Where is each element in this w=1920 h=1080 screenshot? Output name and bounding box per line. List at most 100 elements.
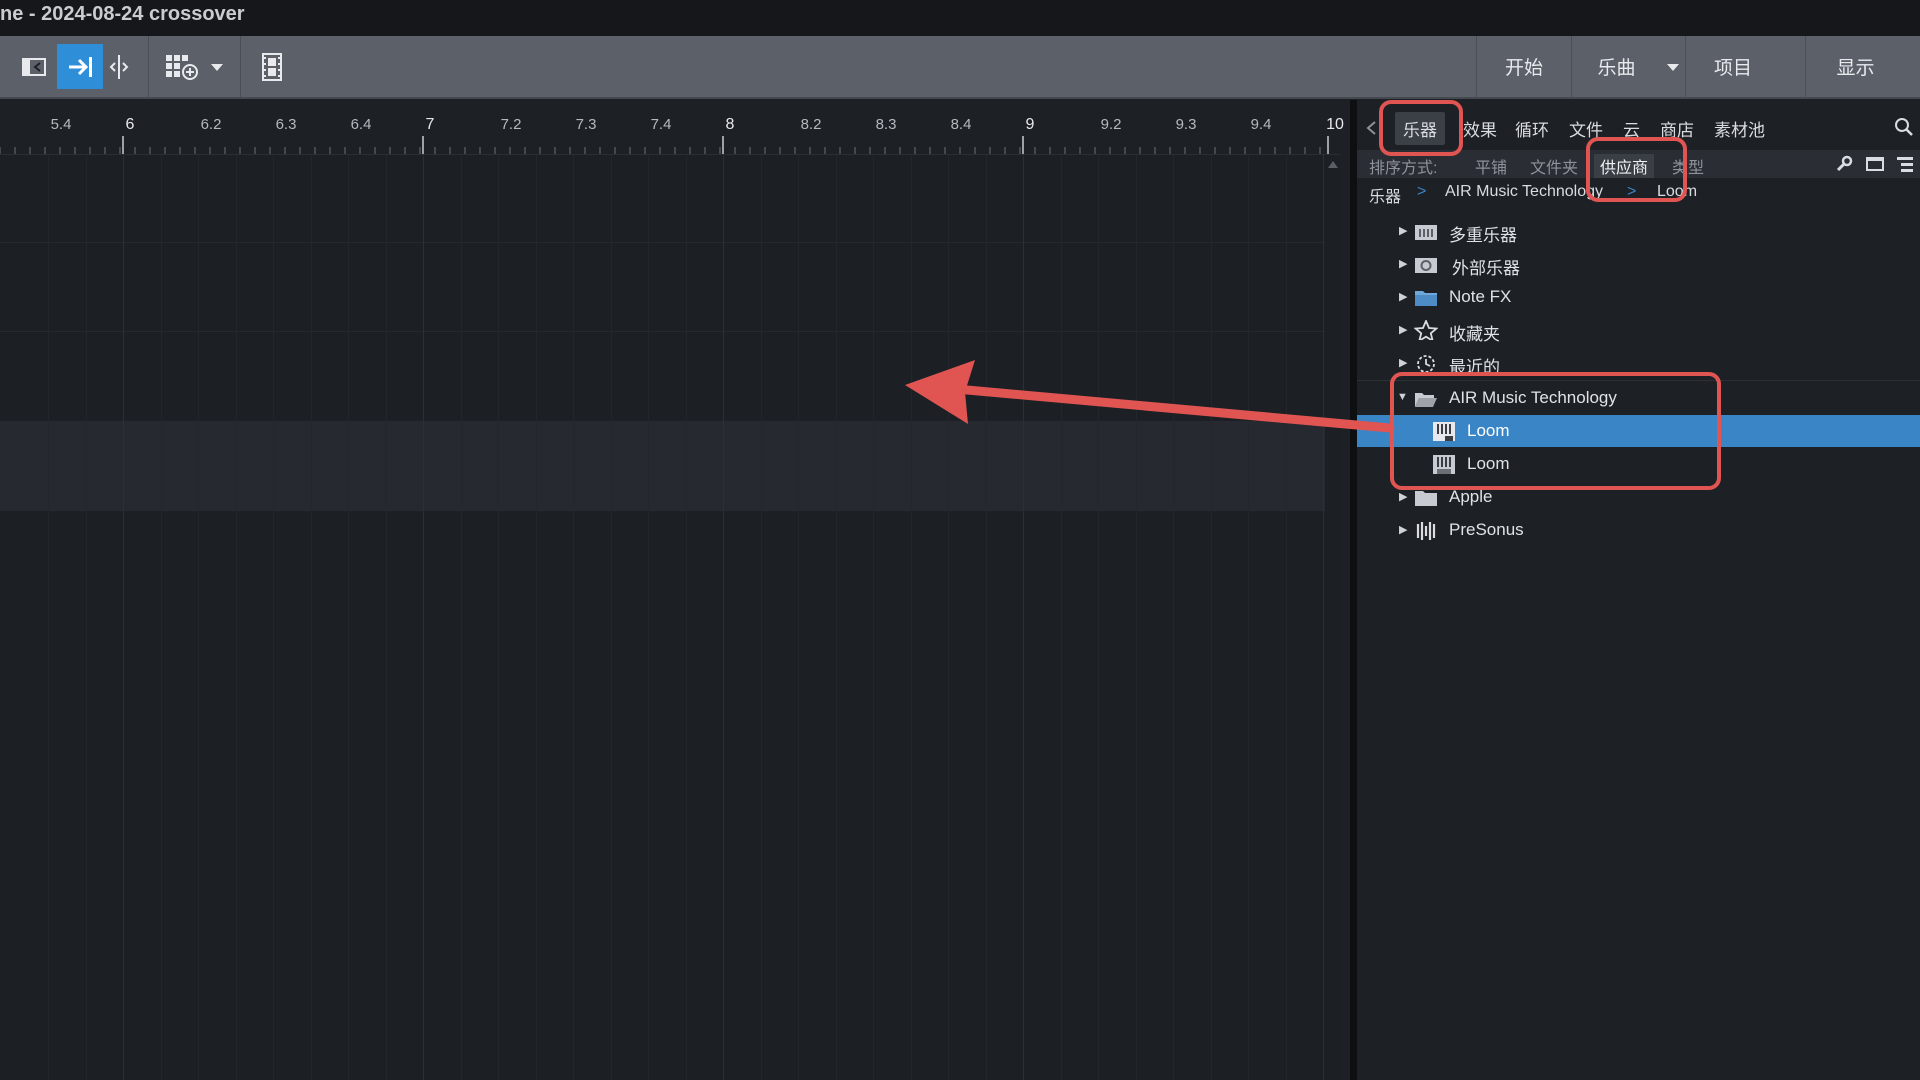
breadcrumb-root[interactable]: 乐器 <box>1369 183 1401 207</box>
track-list-toggle-button[interactable] <box>14 44 54 89</box>
tree-item-label: 多重乐器 <box>1449 226 1517 245</box>
grid-line <box>498 155 499 1080</box>
tab-pool[interactable]: 素材池 <box>1714 116 1765 141</box>
grid-line <box>1211 155 1212 1080</box>
split-tool-button[interactable] <box>104 44 134 89</box>
video-button[interactable] <box>252 44 292 89</box>
expand-triangle-icon[interactable]: ▶ <box>1399 356 1407 369</box>
toolbar: 开始 乐曲 项目 显示 <box>0 36 1920 99</box>
grid-line <box>236 155 237 1080</box>
start-page-button[interactable]: 开始 <box>1476 36 1571 97</box>
snap-button[interactable] <box>57 44 103 89</box>
browser-splitter[interactable] <box>1350 100 1357 1080</box>
grid-line <box>911 155 912 1080</box>
window-icon[interactable] <box>1865 155 1885 173</box>
toolbar-divider <box>240 36 241 97</box>
grid-line <box>723 155 724 1080</box>
grid-line <box>836 155 837 1080</box>
film-icon <box>262 52 282 81</box>
vertical-scrollbar[interactable] <box>1325 155 1340 1080</box>
grid-line <box>198 155 199 1080</box>
toolbar-divider <box>148 36 149 97</box>
tree-item-note-fx[interactable]: ▶ Note FX <box>1357 281 1920 313</box>
star-icon <box>1414 320 1438 340</box>
tree-item-external-instruments[interactable]: ▶ 外部乐器 <box>1357 248 1920 280</box>
tab-loops[interactable]: 循环 <box>1515 116 1549 141</box>
grid-options-dropdown[interactable] <box>206 44 228 89</box>
panel-left-icon <box>22 57 46 76</box>
note-fx-folder-icon <box>1415 291 1437 306</box>
back-arrow-icon[interactable] <box>1365 120 1379 136</box>
grid-line <box>986 155 987 1080</box>
tree-item-favorites[interactable]: ▶ 收藏夹 <box>1357 314 1920 346</box>
grid-line <box>1248 155 1249 1080</box>
breadcrumb-vendor[interactable]: AIR Music Technology <box>1445 183 1603 201</box>
grid-line <box>461 155 462 1080</box>
show-page-button[interactable]: 显示 <box>1805 36 1905 97</box>
grid-line <box>273 155 274 1080</box>
grid-line <box>1323 155 1324 1080</box>
clock-icon <box>1417 355 1435 373</box>
sort-label: 排序方式: <box>1369 160 1438 177</box>
grid-line <box>161 155 162 1080</box>
grid-line <box>536 155 537 1080</box>
grid-line <box>573 155 574 1080</box>
callout-loom-items <box>1390 372 1721 490</box>
grid-line <box>86 155 87 1080</box>
tab-effects[interactable]: 效果 <box>1463 116 1497 141</box>
window-title: ne - 2024-08-24 crossover <box>0 3 245 25</box>
callout-vendor-sort <box>1586 137 1687 202</box>
grid-line <box>423 155 424 1080</box>
arrow-right-bar-icon <box>69 56 92 77</box>
grid-line <box>648 155 649 1080</box>
grid-line <box>1136 155 1137 1080</box>
grid-line <box>611 155 612 1080</box>
ruler-ticks <box>0 136 1329 154</box>
list-view-icon[interactable] <box>1895 155 1915 173</box>
expand-triangle-icon[interactable]: ▶ <box>1399 490 1407 503</box>
grid-line <box>798 155 799 1080</box>
chevron-down-icon <box>211 63 223 71</box>
expand-triangle-icon[interactable]: ▶ <box>1399 290 1407 303</box>
tree-item-label: PreSonus <box>1449 520 1524 539</box>
breadcrumb-separator: > <box>1417 183 1427 200</box>
multi-instrument-folder-icon <box>1415 225 1437 240</box>
scroll-up-icon <box>1328 161 1338 168</box>
sort-folder-button[interactable]: 文件夹 <box>1530 154 1578 178</box>
song-page-button[interactable]: 乐曲 <box>1571 36 1661 97</box>
grid-line <box>123 155 124 1080</box>
tree-item-presonus[interactable]: ▶ PreSonus <box>1357 514 1920 546</box>
folder-icon <box>1415 491 1437 506</box>
grid-line <box>761 155 762 1080</box>
expand-triangle-icon[interactable]: ▶ <box>1399 224 1407 237</box>
grid-line <box>1098 155 1099 1080</box>
tree-item-label: 外部乐器 <box>1452 259 1520 278</box>
timeline-ruler[interactable]: 5.4 6 6.2 6.3 6.4 7 7.2 7.3 7.4 8 8.2 8.… <box>0 104 1344 155</box>
grid-plus-icon <box>166 54 198 80</box>
expand-triangle-icon[interactable]: ▶ <box>1399 523 1407 536</box>
browser-panel: 乐器 效果 循环 文件 云 商店 素材池 排序方式: 平铺 文件夹 供应商 类型… <box>1357 104 1920 1080</box>
expand-triangle-icon[interactable]: ▶ <box>1399 323 1407 336</box>
grid-line <box>686 155 687 1080</box>
title-bar: ne - 2024-08-24 crossover <box>0 0 1920 36</box>
tree-item-label: 收藏夹 <box>1449 325 1500 344</box>
project-page-button[interactable]: 项目 <box>1685 36 1780 97</box>
expand-triangle-icon[interactable]: ▶ <box>1399 257 1407 270</box>
grid-quantize-button[interactable] <box>160 44 204 89</box>
search-icon[interactable] <box>1893 116 1915 138</box>
grid-line <box>873 155 874 1080</box>
tree-item-label: Note FX <box>1449 287 1512 306</box>
tree-item-multi-instruments[interactable]: ▶ 多重乐器 <box>1357 215 1920 247</box>
wrench-icon[interactable] <box>1835 155 1853 173</box>
tree-item-label: Apple <box>1449 487 1493 506</box>
presonus-icon <box>1416 522 1436 540</box>
grid-line <box>386 155 387 1080</box>
callout-instruments-tab <box>1379 100 1463 156</box>
grid-line <box>1061 155 1062 1080</box>
arrangement-area[interactable] <box>0 155 1340 1080</box>
grid-line <box>348 155 349 1080</box>
song-dropdown[interactable] <box>1661 36 1685 97</box>
grid-line <box>311 155 312 1080</box>
split-icon <box>109 54 129 79</box>
sort-flat-button[interactable]: 平铺 <box>1475 154 1507 178</box>
